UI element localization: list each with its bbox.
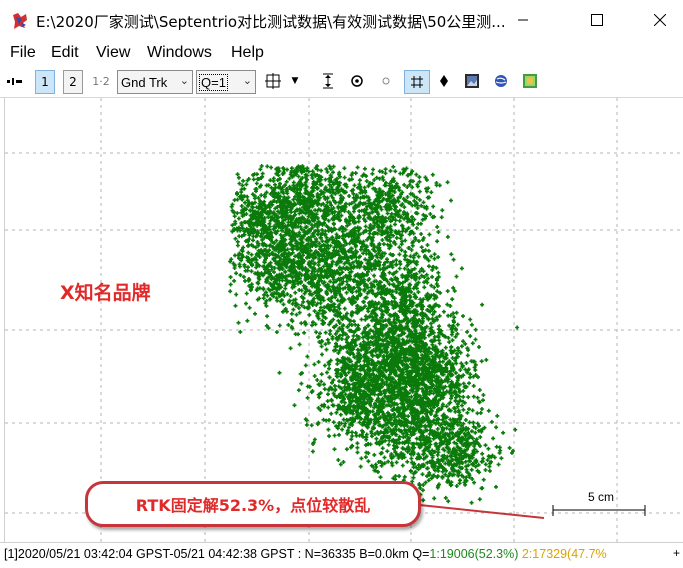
globe-icon: [495, 75, 507, 87]
fit-vertical-icon: [323, 73, 333, 89]
scale-bar: [552, 505, 646, 516]
menu-help[interactable]: Help: [231, 44, 264, 62]
sky-plot-button[interactable]: [520, 70, 540, 92]
status-q2: 2:17329(47.7%: [521, 547, 607, 561]
chevron-down-icon: ⌄: [242, 75, 252, 87]
timeline-button[interactable]: [6, 70, 24, 92]
menu-windows[interactable]: Windows: [147, 44, 212, 62]
close-button[interactable]: [637, 0, 683, 40]
plot1-button[interactable]: 1: [35, 70, 55, 94]
toolbar: 1 2 1·2 Gnd Trk ⌄ Q=1 ⌄ ▼: [0, 66, 683, 98]
status-bar: [1]2020/05/21 03:42:04 GPST-05/21 04:42:…: [0, 542, 683, 568]
plot-canvas: [5, 98, 682, 542]
menu-file[interactable]: File: [10, 44, 36, 62]
timeline-icon: [7, 78, 22, 85]
quality-value: Q=1: [199, 73, 228, 91]
map-button[interactable]: [491, 70, 511, 92]
fix-center-button[interactable]: [376, 70, 396, 92]
menu-view[interactable]: View: [96, 44, 130, 62]
plot1-label: 1: [41, 75, 49, 89]
plot2-button[interactable]: 2: [63, 70, 83, 94]
callout-pointer: [409, 503, 545, 519]
ground-track-points: [228, 164, 520, 505]
brand-label: X知名品牌: [60, 282, 151, 304]
ground-track-plot[interactable]: X知名品牌 RTK固定解52.3%，点位较散乱 5 cm: [4, 98, 682, 542]
app-icon: [11, 12, 29, 30]
scale-label: 5 cm: [588, 490, 615, 504]
maximize-button[interactable]: [574, 0, 620, 40]
image-icon: [465, 74, 479, 88]
track-points: [228, 164, 520, 505]
status-time-range: [1]2020/05/21 03:42:04 GPST-05/21 04:42:…: [4, 547, 430, 561]
fit-vertical-button[interactable]: [318, 70, 338, 92]
origin-dropdown[interactable]: ▼: [288, 70, 302, 92]
center-button[interactable]: [347, 70, 367, 92]
marker-button[interactable]: [434, 70, 454, 92]
title-bar: E:\2020厂家测试\Septentrio对比测试数据\有效测试数据\50公里…: [0, 0, 683, 40]
quality-select[interactable]: Q=1 ⌄: [196, 70, 256, 94]
target-icon: [351, 75, 363, 87]
status-line: [1]2020/05/21 03:42:04 GPST-05/21 04:42:…: [4, 547, 607, 561]
origin-button[interactable]: [263, 70, 283, 92]
diamond-icon: [440, 75, 448, 87]
menu-bar: File Edit View Windows Help: [0, 40, 683, 66]
crosshair-icon: [265, 73, 281, 89]
plot2-label: 2: [69, 75, 77, 89]
window-title: E:\2020厂家测试\Septentrio对比测试数据\有效测试数据\50公里…: [36, 13, 506, 31]
minimize-button[interactable]: [500, 0, 546, 40]
image-button[interactable]: [462, 70, 482, 92]
close-icon: [654, 14, 666, 26]
plot12-label: 1·2: [92, 74, 110, 88]
track-scatter: [228, 164, 520, 505]
plot-type-value: Gnd Trk: [121, 74, 168, 90]
plot-type-select[interactable]: Gnd Trk ⌄: [117, 70, 193, 94]
status-q1: 1:19006(52.3%): [429, 547, 519, 561]
sky-image-icon: [523, 74, 537, 88]
callout-annotation: RTK固定解52.3%，点位较散乱: [85, 481, 421, 527]
minimize-icon: [518, 19, 528, 21]
grid-button[interactable]: [404, 70, 430, 94]
maximize-icon: [591, 14, 603, 26]
plot12-button[interactable]: 1·2: [91, 70, 111, 92]
small-circle-icon: [382, 77, 390, 85]
chevron-down-icon: ⌄: [179, 75, 189, 87]
dropdown-arrow-icon: ▼: [291, 76, 299, 86]
status-more-icon[interactable]: +: [673, 546, 680, 560]
callout-text: RTK固定解52.3%，点位较散乱: [135, 496, 371, 515]
menu-edit[interactable]: Edit: [51, 44, 79, 62]
grid-icon: [411, 76, 423, 88]
